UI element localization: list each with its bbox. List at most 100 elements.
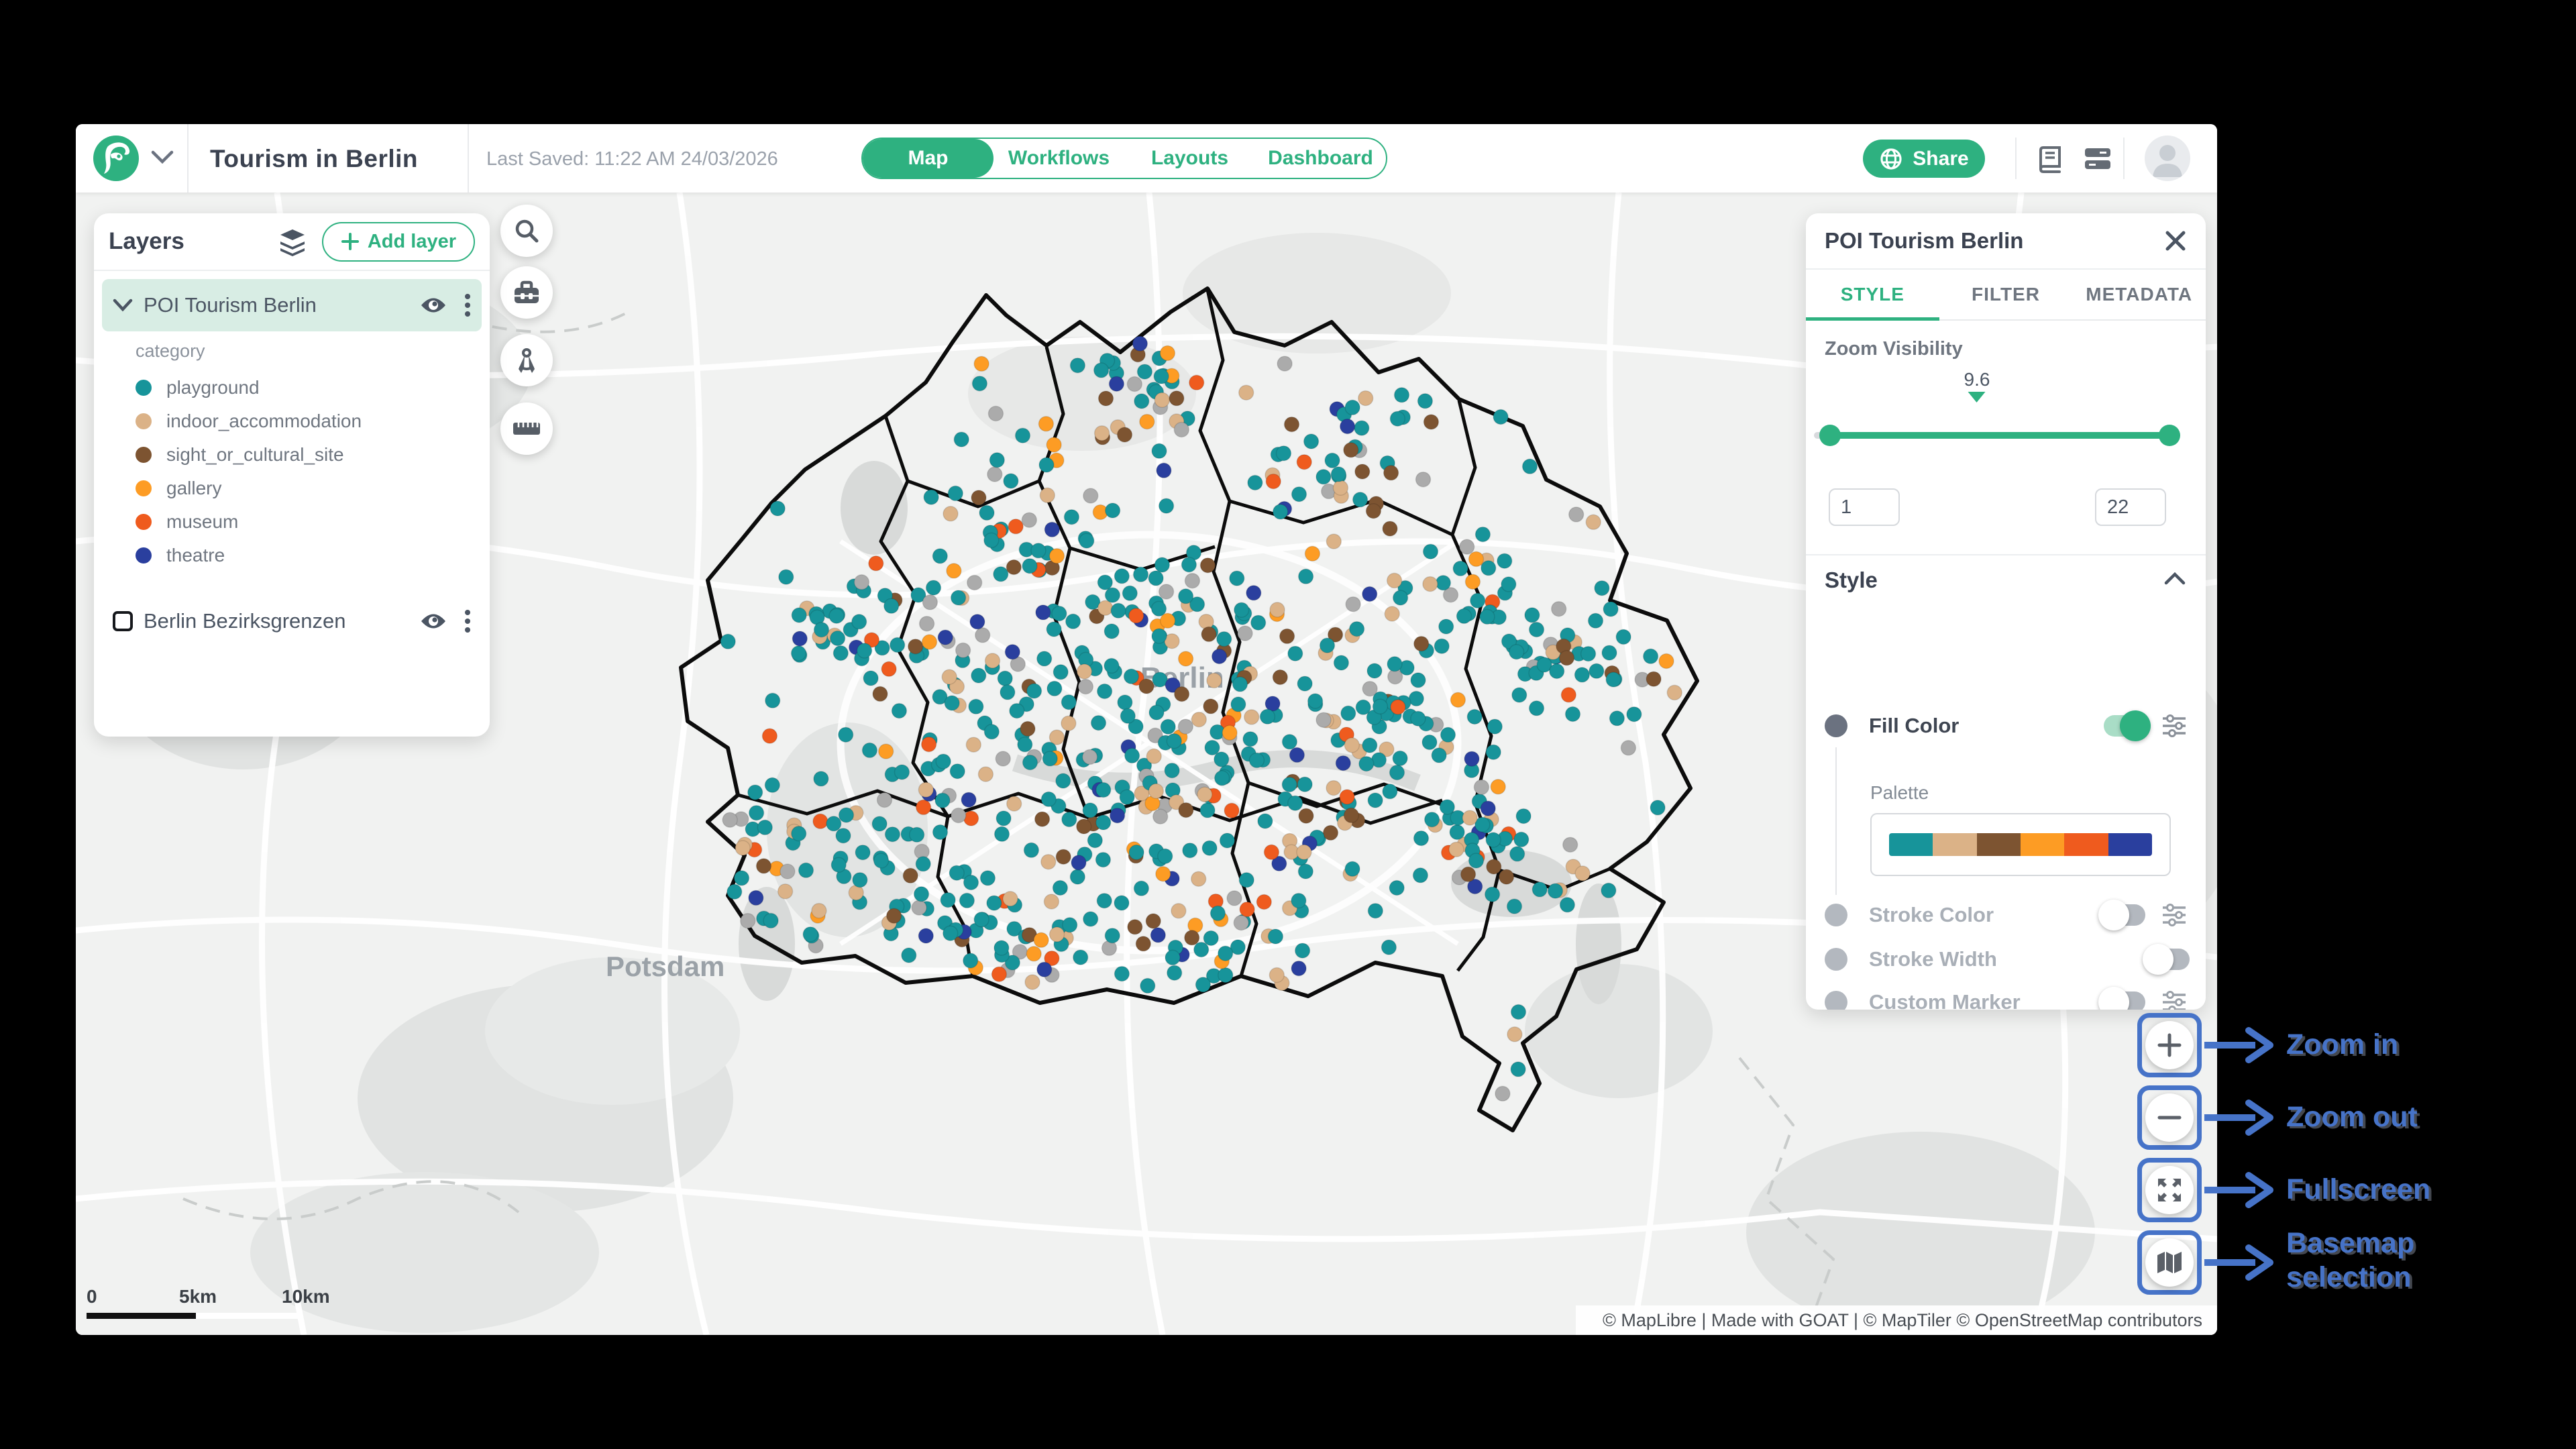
scale-end: 10km [282,1286,330,1307]
workspace-chevron-down-icon[interactable] [151,150,174,164]
slider-handle-min[interactable] [1819,425,1841,446]
poi-dots-layer [720,336,1682,1101]
custom-marker-swatch[interactable] [1825,991,1847,1010]
layer-name: POI Tourism Berlin [144,293,420,317]
custom-marker-row: Custom Marker [1825,986,2187,1010]
fill-color-row: Fill Color [1825,710,2187,742]
palette-swatch [1889,833,1933,856]
indent-guide-line [1835,747,1837,895]
legend-label: theatre [166,545,225,566]
legend-item: indoor_accommodation [136,405,490,438]
palette-swatch [1933,833,1976,856]
zoom-in-button[interactable] [2145,1021,2194,1069]
layer-row-poi-tourism[interactable]: POI Tourism Berlin [102,279,482,331]
person-icon [2145,136,2190,181]
add-layer-button[interactable]: Add layer [322,222,475,262]
layer-legend: category playground indoor_accommodation… [94,331,490,578]
zoom-visibility-slider[interactable] [1829,432,2171,439]
stroke-color-toggle[interactable] [2104,904,2145,926]
view-tabs: Map Workflows Layouts Dashboard [861,138,1387,179]
chevron-down-icon[interactable] [113,299,133,312]
palette-color-bar [1889,833,2152,856]
user-avatar[interactable] [2145,136,2190,181]
slider-handle-max[interactable] [2159,425,2180,446]
stroke-width-swatch[interactable] [1825,948,1847,971]
app-window: Berlin Potsdam [76,124,2217,1335]
fullscreen-button[interactable] [2145,1166,2194,1214]
section-divider [1806,554,2206,555]
share-button[interactable]: Share [1863,140,1985,178]
stroke-color-swatch[interactable] [1825,904,1847,926]
folded-map-icon [2155,1250,2184,1275]
toolbox-button[interactable] [500,266,553,319]
header-divider [2123,138,2125,179]
scale-bar-black [87,1313,196,1319]
data-storage-icon[interactable] [2084,146,2112,172]
annotation-fullscreen: Fullscreen [2286,1173,2528,1207]
scenario-tools-button[interactable] [500,334,553,386]
more-options-icon[interactable] [464,293,471,317]
zoom-min-input[interactable]: 1 [1829,488,1900,526]
style-panel: POI Tourism Berlin STYLE FILTER METADATA… [1806,213,2206,1010]
polygon-outline-swatch [113,611,133,631]
tab-dashboard[interactable]: Dashboard [1255,139,1386,178]
tab-layouts[interactable]: Layouts [1124,139,1255,178]
map-attribution: © MapLibre | Made with GOAT | © MapTiler… [1576,1305,2217,1335]
custom-marker-toggle[interactable] [2104,991,2145,1010]
style-panel-body: Zoom Visibility 9.6 1 22 Style Fill Col [1806,321,2206,1008]
globe-icon [1879,147,1903,171]
eye-visibility-icon[interactable] [420,295,447,315]
tab-metadata[interactable]: METADATA [2072,270,2206,319]
style-panel-title: POI Tourism Berlin [1825,228,2164,254]
palette-swatch [2021,833,2064,856]
eye-visibility-icon[interactable] [420,611,447,631]
plus-icon [2156,1032,2183,1059]
basemap-selection-button[interactable] [2145,1238,2194,1287]
fullscreen-arrows-icon [2155,1176,2184,1204]
layer-row-bezirksgrenzen[interactable]: Berlin Bezirksgrenzen [102,595,482,647]
legend-label: indoor_accommodation [166,411,362,432]
zoom-max-input[interactable]: 22 [2095,488,2166,526]
more-options-icon[interactable] [464,609,471,633]
goat-logo[interactable] [93,136,139,181]
documentation-book-icon[interactable] [2037,146,2063,173]
tab-filter[interactable]: FILTER [1939,270,2073,319]
layers-stack-icon[interactable] [278,227,307,256]
tab-workflows[interactable]: Workflows [994,139,1124,178]
fill-color-toggle[interactable] [2104,715,2145,737]
annotation-arrow [2203,1099,2278,1136]
scale-bar-white [196,1313,301,1319]
zoom-out-button[interactable] [2145,1093,2194,1142]
collapse-chevron-up-icon[interactable] [2164,572,2186,585]
custom-marker-label: Custom Marker [1869,990,2104,1010]
fill-color-swatch[interactable] [1825,714,1847,737]
annotation-zoom-in: Zoom in [2286,1028,2528,1062]
annotation-arrow [2203,1244,2278,1281]
scale-mid: 5km [179,1286,217,1307]
style-panel-tabs: STYLE FILTER METADATA [1806,270,2206,321]
layer-name: Berlin Bezirksgrenzen [144,609,420,633]
annotation-arrow [2203,1171,2278,1209]
close-icon[interactable] [2164,229,2187,252]
minus-icon [2156,1104,2183,1131]
tab-style[interactable]: STYLE [1806,270,1939,319]
legend-item: playground [136,371,490,405]
palette-selector[interactable] [1870,813,2171,876]
stroke-width-toggle[interactable] [2148,949,2190,970]
fill-color-label: Fill Color [1869,714,2104,738]
last-saved-text: Last Saved: 11:22 AM 24/03/2026 [486,148,778,170]
legend-color-dot [136,447,152,463]
legend-label: gallery [166,478,221,499]
zoom-in-highlight-box [2137,1013,2202,1077]
marker-settings-sliders-icon[interactable] [2161,989,2187,1010]
fill-settings-sliders-icon[interactable] [2161,713,2187,739]
project-title: Tourism in Berlin [210,145,418,173]
map-search-button[interactable] [500,205,553,257]
add-layer-label: Add layer [368,231,456,253]
style-section-title: Style [1825,568,1878,593]
basemap-highlight-box [2137,1230,2202,1295]
stroke-settings-sliders-icon[interactable] [2161,902,2187,928]
legend-label: playground [166,377,260,398]
measure-button[interactable] [500,402,553,455]
tab-map[interactable]: Map [863,139,994,178]
